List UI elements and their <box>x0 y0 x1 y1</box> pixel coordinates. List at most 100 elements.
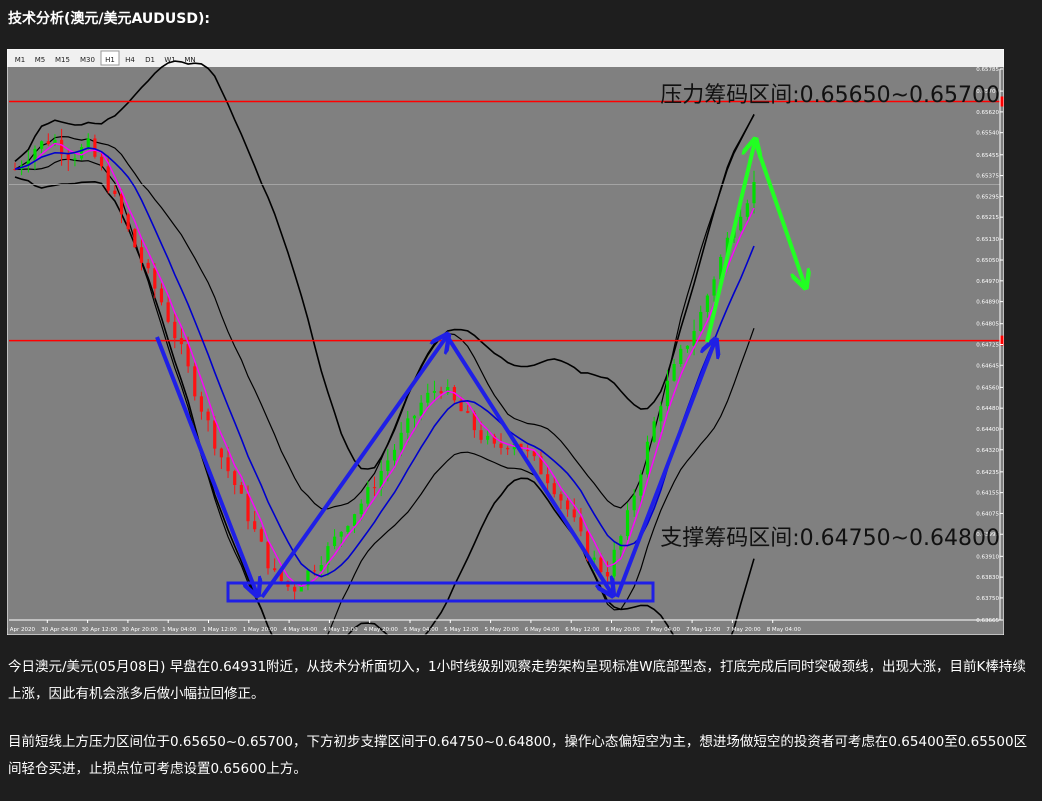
candle-body <box>645 441 650 475</box>
ma-fast-line <box>14 142 755 587</box>
candle-body <box>705 295 709 312</box>
candle-body <box>359 503 363 515</box>
arrow-up-to-neck <box>260 336 447 599</box>
candle-body <box>466 411 470 413</box>
moving-averages <box>14 142 755 587</box>
x-tick-label: 5 May 12:00 <box>444 627 479 633</box>
candle-body <box>412 415 417 419</box>
band-inner-lower <box>14 158 755 635</box>
candle-body <box>546 474 550 484</box>
x-tick-label: 5 May 04:00 <box>404 627 439 633</box>
bollinger-bands <box>14 60 755 635</box>
timeframe-button-d1[interactable]: D1 <box>145 56 155 64</box>
timeframe-button-m5[interactable]: M5 <box>35 56 46 64</box>
candle-body <box>392 449 397 461</box>
candle-body <box>199 396 204 412</box>
candle-body <box>159 288 164 303</box>
x-tick-label: 6 May 20:00 <box>606 627 641 633</box>
candle-body <box>166 302 170 322</box>
analysis-paragraph-2: 目前短线上方压力区间位于0.65650~0.65700，下方初步支撑区间于0.6… <box>8 734 1028 777</box>
candle-body <box>699 311 703 332</box>
candle-body <box>432 391 437 393</box>
x-tick-label: 8 May 04:00 <box>767 627 802 633</box>
candle-body <box>486 435 490 440</box>
y-tick-label: 0.64235 <box>976 470 999 476</box>
candle-body <box>679 348 683 365</box>
x-tick-label: 30 Apr 2020 <box>7 627 36 633</box>
y-tick-label: 0.63910 <box>976 554 999 560</box>
timeframe-button-h1[interactable]: H1 <box>105 56 115 64</box>
candle-body <box>672 364 676 381</box>
timeframe-button-h4[interactable]: H4 <box>125 56 135 64</box>
x-tick-label: 5 May 20:00 <box>485 627 520 633</box>
analysis-paragraph-1: 今日澳元/美元(05月08日) 早盘在0.64931附近，从技术分析面切入，1小… <box>8 659 1026 702</box>
candle-body <box>339 531 343 537</box>
y-tick-label: 0.65215 <box>976 215 999 221</box>
candle-body <box>332 536 337 547</box>
candle-body <box>659 406 663 422</box>
x-tick-label: 1 May 04:00 <box>162 627 197 633</box>
candle-body <box>113 190 117 194</box>
candle-body <box>619 536 623 550</box>
candle-body <box>745 203 749 217</box>
x-tick-label: 6 May 04:00 <box>525 627 560 633</box>
y-tick-label: 0.64805 <box>976 322 999 328</box>
y-tick-label: 0.65540 <box>976 131 999 137</box>
chart-canvas: M1 M5 M15 M30 H1 H4 D1 W1 MN 0.657850.657000.656… <box>7 49 1004 635</box>
candle-body <box>213 420 217 449</box>
y-tick-label: 0.65785 <box>976 67 999 73</box>
y-tick-label: 0.64320 <box>976 448 999 454</box>
candle-body <box>752 181 756 204</box>
candle-body <box>99 156 104 167</box>
candle-body <box>173 321 177 339</box>
candle-body <box>179 338 184 345</box>
candle-body <box>259 529 263 542</box>
timeframe-button-m15[interactable]: M15 <box>55 56 70 64</box>
arrow-green-up <box>705 141 755 343</box>
candle-body <box>239 485 243 494</box>
candle-body <box>639 474 643 496</box>
timeframe-toolbar: M1 M5 M15 M30 H1 H4 D1 W1 MN <box>7 49 1004 67</box>
y-tick-label: 0.64075 <box>976 511 999 517</box>
arrow-down-right-leg <box>445 334 612 594</box>
arrow-green-down <box>753 140 805 286</box>
y-tick-label: 0.65295 <box>976 194 999 200</box>
x-tick-label: 4 May 12:00 <box>323 627 358 633</box>
candle-body <box>579 517 583 532</box>
candle-body <box>226 457 230 472</box>
candle-body <box>253 521 257 530</box>
candle-body <box>406 418 410 433</box>
candle-body <box>685 345 690 349</box>
y-tick-label: 0.63750 <box>976 596 999 602</box>
candle-body <box>366 487 370 504</box>
candle-body <box>79 147 84 159</box>
timeframe-button-m1[interactable]: M1 <box>15 56 26 64</box>
x-tick-label: 30 Apr 20:00 <box>122 627 158 633</box>
band-upper <box>14 60 755 470</box>
candle-body <box>625 510 630 537</box>
candle-body <box>605 572 610 577</box>
candle-body <box>572 509 576 518</box>
candle-body <box>712 279 716 296</box>
y-tick-label: 0.64645 <box>976 363 999 369</box>
candle-body <box>233 471 237 486</box>
timeframe-button-m30[interactable]: M30 <box>80 56 95 64</box>
y-tick-label: 0.65130 <box>976 237 999 243</box>
candle-body <box>219 448 223 458</box>
candle-body <box>739 216 743 231</box>
band-lower <box>14 176 755 635</box>
y-tick-label: 0.65620 <box>976 110 999 116</box>
candle-body <box>40 141 44 149</box>
candle-body <box>293 586 297 592</box>
price-chart: M1 M5 M15 M30 H1 H4 D1 W1 MN 0.65785 0.65700 0.656… <box>7 49 1004 635</box>
candle-body <box>419 402 423 416</box>
y-tick-label: 0.64155 <box>976 491 999 497</box>
candle-body <box>86 138 90 148</box>
candle-body <box>372 487 377 489</box>
candle-body <box>66 154 70 160</box>
candle-body <box>599 557 603 573</box>
y-tick-label: 0.64970 <box>976 279 999 285</box>
support-annotation: 支撑筹码区间:0.64750~0.64800 <box>660 526 1000 551</box>
candle-body <box>273 568 277 571</box>
candle-body <box>206 411 210 421</box>
